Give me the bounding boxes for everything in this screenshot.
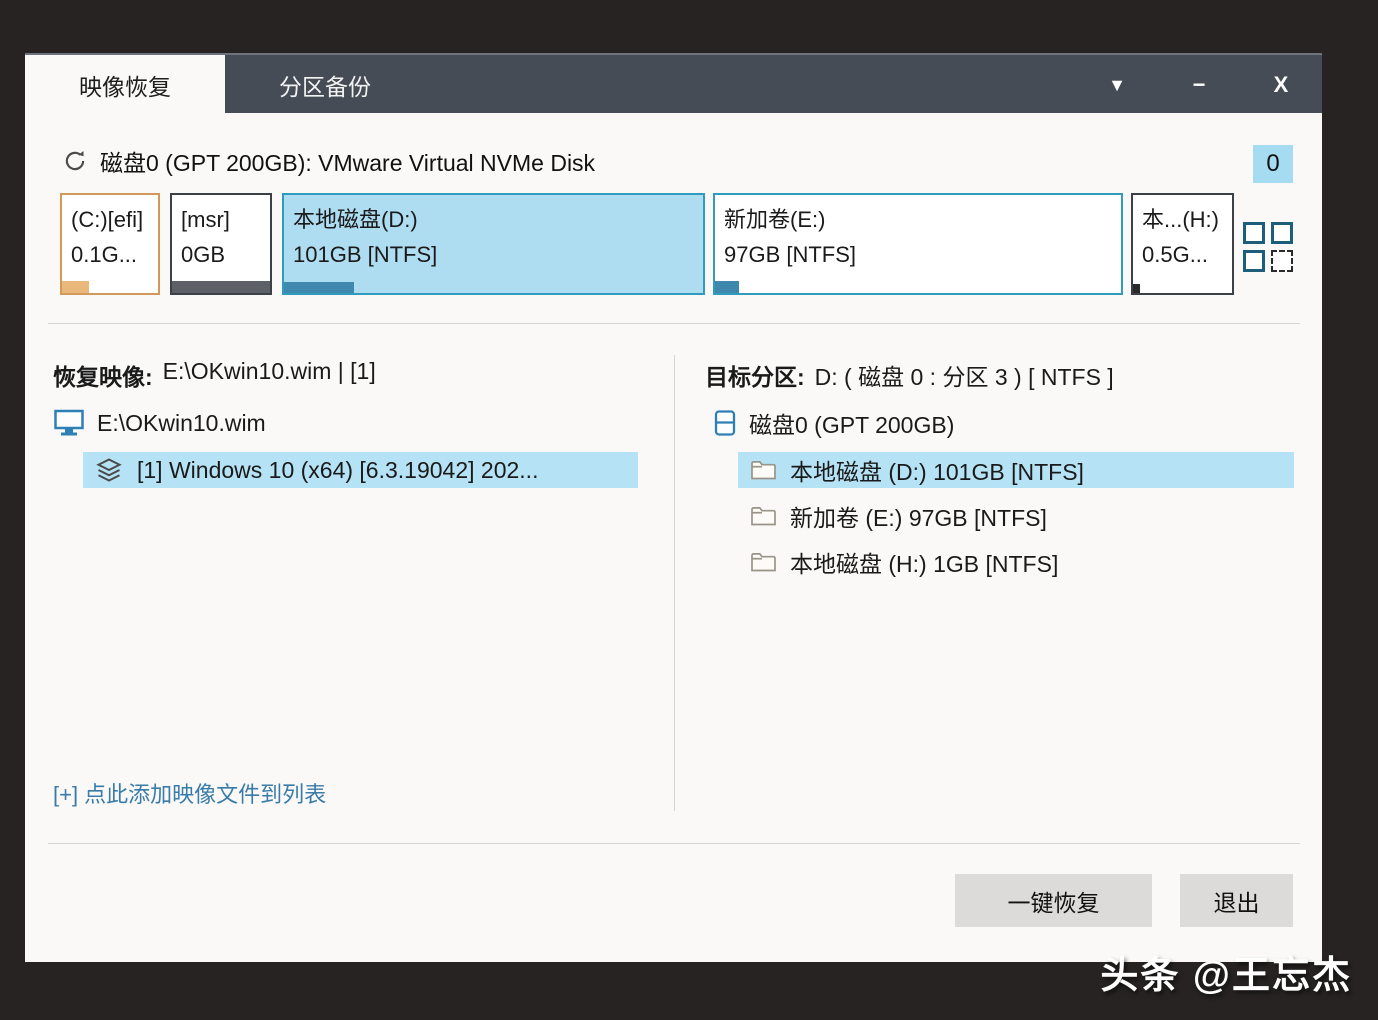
disk-drive-icon [713, 409, 737, 437]
folder-icon [750, 551, 776, 573]
partition-block-msr[interactable]: [msr] 0GB [170, 193, 272, 295]
folder-icon [750, 505, 776, 527]
partition-usage-bar [62, 281, 89, 293]
overflow-partition-squares [1243, 222, 1295, 272]
titlebar: 映像恢复 分区备份 ▼ − X [25, 53, 1322, 113]
partition-size: 97GB [NTFS] [724, 237, 1112, 272]
app-window: 映像恢复 分区备份 ▼ − X 磁盘0 (GPT 200GB): VMware … [25, 53, 1322, 962]
target-disk-tree-root[interactable]: 磁盘0 (GPT 200GB) [713, 405, 954, 441]
exit-button[interactable]: 退出 [1180, 874, 1293, 927]
panel-divider [674, 355, 675, 811]
target-partition-row-label: 本地磁盘 (D:) 101GB [NTFS] [790, 453, 1084, 487]
menu-dropdown-button[interactable]: ▼ [1076, 75, 1158, 96]
separator [48, 843, 1300, 844]
partition-block-d-selected[interactable]: 本地磁盘(D:) 101GB [NTFS] [282, 193, 705, 295]
target-partition-value: D: ( 磁盘 0 : 分区 3 ) [ NTFS ] [815, 358, 1114, 392]
window-controls: ▼ − X [1076, 55, 1322, 115]
partition-block-c-efi[interactable]: (C:)[efi] 0.1G... [60, 193, 160, 295]
overflow-square[interactable] [1243, 250, 1265, 272]
partition-name: (C:)[efi] [71, 202, 149, 237]
overflow-square[interactable] [1243, 222, 1265, 244]
restore-image-label: 恢复映像: [53, 358, 153, 392]
partition-size: 101GB [NTFS] [293, 237, 694, 272]
separator [48, 323, 1300, 324]
layers-icon [95, 456, 123, 484]
target-partition-row-e[interactable]: 新加卷 (E:) 97GB [NTFS] [738, 498, 1294, 534]
screen: { "window": { "controls": { "menu": "▼",… [0, 0, 1378, 1020]
close-button[interactable]: X [1240, 72, 1322, 98]
watermark: 头条 @王忘杰 [1100, 944, 1352, 999]
wim-image-item-label: [1] Windows 10 (x64) [6.3.19042] 202... [137, 457, 538, 484]
status-badge: 0 [1253, 145, 1293, 183]
minimize-button[interactable]: − [1158, 72, 1240, 98]
target-partition-row-label: 本地磁盘 (H:) 1GB [NTFS] [790, 545, 1058, 579]
partition-usage-bar [284, 282, 354, 293]
partition-size: 0.5G... [1142, 237, 1223, 272]
monitor-icon [53, 408, 85, 438]
partition-name: 新加卷(E:) [724, 202, 1112, 237]
wim-file-path: E:\OKwin10.wim [97, 410, 266, 437]
folder-icon [750, 459, 776, 481]
restore-image-label-row: 恢复映像: E:\OKwin10.wim | [1] [53, 358, 376, 392]
disk-title: 磁盘0 (GPT 200GB): VMware Virtual NVMe Dis… [100, 144, 595, 178]
target-partition-label-row: 目标分区: D: ( 磁盘 0 : 分区 3 ) [ NTFS ] [705, 358, 1114, 392]
partition-name: [msr] [181, 202, 261, 237]
wim-image-item-selected[interactable]: [1] Windows 10 (x64) [6.3.19042] 202... [83, 452, 638, 488]
tab-partition-backup[interactable]: 分区备份 [225, 55, 425, 115]
target-partition-row-h[interactable]: 本地磁盘 (H:) 1GB [NTFS] [738, 544, 1294, 580]
partition-block-e[interactable]: 新加卷(E:) 97GB [NTFS] [713, 193, 1123, 295]
add-image-link[interactable]: [+] 点此添加映像文件到列表 [53, 777, 326, 809]
partition-usage-bar [1133, 284, 1140, 293]
partition-name: 本地磁盘(D:) [293, 202, 694, 237]
target-disk-label: 磁盘0 (GPT 200GB) [749, 406, 954, 440]
one-key-restore-button[interactable]: 一键恢复 [955, 874, 1152, 927]
partition-block-h[interactable]: 本...(H:) 0.5G... [1131, 193, 1234, 295]
target-partition-row-d-selected[interactable]: 本地磁盘 (D:) 101GB [NTFS] [738, 452, 1294, 488]
disk-header: 磁盘0 (GPT 200GB): VMware Virtual NVMe Dis… [62, 145, 595, 177]
overflow-square-dashed[interactable] [1271, 250, 1293, 272]
partition-name: 本...(H:) [1142, 202, 1223, 237]
wim-file-tree-root[interactable]: E:\OKwin10.wim [53, 405, 266, 441]
overflow-square[interactable] [1271, 222, 1293, 244]
partition-size: 0GB [181, 237, 261, 272]
partition-size: 0.1G... [71, 237, 149, 272]
tab-image-restore[interactable]: 映像恢复 [25, 55, 225, 115]
partition-usage-bar [715, 281, 739, 293]
target-partition-row-label: 新加卷 (E:) 97GB [NTFS] [790, 499, 1047, 533]
target-partition-label: 目标分区: [705, 358, 805, 392]
refresh-icon[interactable] [62, 148, 88, 174]
restore-image-value: E:\OKwin10.wim | [1] [163, 358, 376, 392]
partition-usage-bar [172, 281, 270, 293]
